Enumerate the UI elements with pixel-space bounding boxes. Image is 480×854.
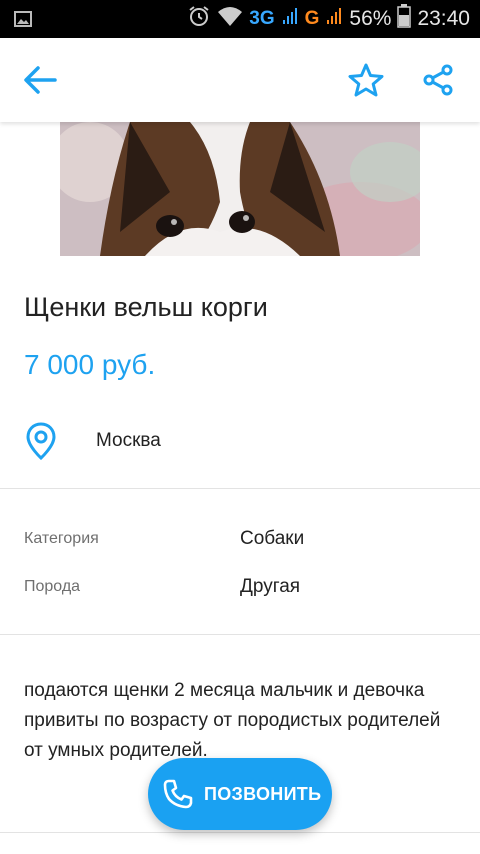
divider <box>0 634 480 635</box>
listing-price: 7 000 руб. <box>24 349 156 380</box>
property-value-breed: Другая <box>240 576 301 597</box>
listing-photo[interactable] <box>60 122 420 256</box>
app-bar <box>0 38 480 122</box>
share-icon <box>423 64 453 96</box>
favorite-button[interactable] <box>344 58 388 102</box>
divider <box>0 832 480 833</box>
clock: 23:40 <box>417 7 470 30</box>
star-icon <box>348 63 384 97</box>
divider <box>0 488 480 489</box>
image-notification-icon <box>14 10 32 33</box>
back-arrow-icon <box>24 66 57 94</box>
listing-title: Щенки вельш корги <box>24 292 268 322</box>
location-pin-icon <box>26 422 56 461</box>
network-3g-label: 3G <box>249 8 275 29</box>
call-button[interactable]: ПОЗВОНИТЬ <box>148 758 332 830</box>
wifi-icon <box>217 5 243 33</box>
signal-icon <box>325 6 343 32</box>
battery-icon <box>397 4 412 34</box>
back-button[interactable] <box>18 58 62 102</box>
call-button-label: ПОЗВОНИТЬ <box>204 783 322 804</box>
property-label-category: Категория <box>24 530 99 547</box>
alarm-icon <box>187 4 211 34</box>
property-label-breed: Порода <box>24 578 81 595</box>
status-bar: 3G G 56% 23:40 <box>0 0 480 38</box>
signal-icon <box>281 6 299 32</box>
property-value-category: Собаки <box>240 528 305 549</box>
listing-location[interactable]: Москва <box>96 430 161 452</box>
listing-photo-area <box>0 122 480 256</box>
listing-description: подаются щенки 2 месяца мальчик и девочк… <box>24 680 441 761</box>
share-button[interactable] <box>416 58 460 102</box>
phone-icon <box>163 779 193 809</box>
battery-percent: 56% <box>349 7 392 30</box>
network-g-label: G <box>304 8 320 29</box>
